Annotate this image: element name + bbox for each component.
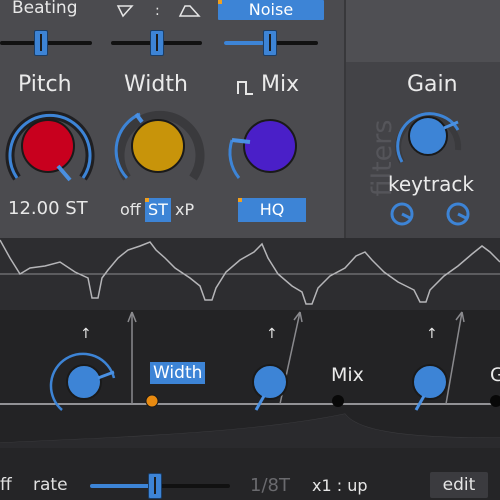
shape-separator: :: [155, 3, 160, 19]
gain-label: Gain: [407, 72, 458, 97]
mix-mod-target[interactable]: Mix: [331, 364, 364, 386]
keytrack-knobs[interactable]: [388, 200, 478, 230]
width-mode-indicator: [145, 198, 149, 202]
width-knob[interactable]: [110, 100, 210, 200]
mod-arrow-2: ↑: [266, 326, 278, 342]
rate-value: 1/8T: [250, 475, 290, 496]
mod-arrow-1: ↑: [80, 326, 92, 342]
filter-panel-header: [346, 0, 500, 62]
noise-slider-fill: [224, 41, 264, 45]
hq-button[interactable]: HQ: [238, 198, 306, 222]
square-wave-icon: [237, 81, 253, 95]
beating-slider-thumb[interactable]: [34, 30, 48, 56]
beating-label: Beating: [12, 0, 78, 18]
width-mode-off[interactable]: off: [120, 200, 141, 219]
mix-knob[interactable]: [222, 100, 322, 200]
shape-slider-thumb[interactable]: [150, 30, 164, 56]
gain-knob[interactable]: [390, 100, 470, 180]
mod-arrow-3: ↑: [426, 326, 438, 342]
width-label: Width: [124, 72, 188, 97]
noise-slider-thumb[interactable]: [263, 30, 277, 56]
ramp-shape-icon: [178, 5, 201, 17]
pitch-value[interactable]: 12.00 ST: [8, 198, 88, 219]
rate-direction[interactable]: x1 : up: [312, 476, 368, 495]
panel-divider: [344, 0, 346, 238]
pitch-label: Pitch: [18, 72, 72, 97]
width-mod-target[interactable]: Width: [150, 362, 206, 384]
saw-shape-icon: [116, 5, 134, 18]
cut-mod-target[interactable]: G: [490, 364, 500, 386]
mix-label: Mix: [261, 72, 300, 97]
width-mode-xp[interactable]: xP: [175, 200, 194, 219]
off-label[interactable]: ff: [0, 475, 12, 495]
lfo-knob-2[interactable]: [246, 360, 306, 420]
rate-slider-thumb[interactable]: [148, 473, 162, 499]
rate-label: rate: [33, 475, 68, 495]
shape-selector[interactable]: :: [115, 2, 205, 20]
pitch-knob[interactable]: [0, 100, 100, 200]
keytrack-label: keytrack: [388, 172, 474, 196]
lfo-knob-3[interactable]: [406, 360, 466, 420]
rate-slider-fill: [90, 484, 154, 488]
lfo-knob-1[interactable]: [46, 346, 126, 426]
noise-button[interactable]: Noise: [218, 0, 324, 20]
edit-button[interactable]: edit: [430, 472, 488, 498]
